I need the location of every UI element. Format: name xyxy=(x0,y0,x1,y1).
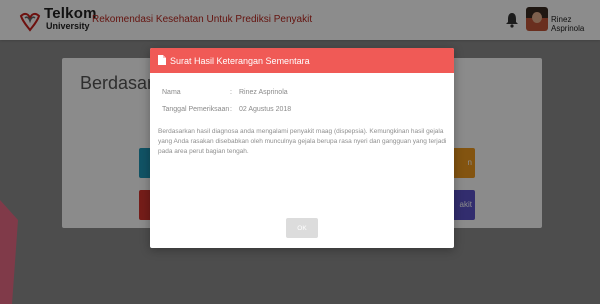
modal-title: Surat Hasil Keterangan Sementara xyxy=(170,56,310,66)
name-label: Nama xyxy=(162,89,181,96)
ok-button[interactable]: OK xyxy=(286,218,318,238)
name-separator: : xyxy=(230,89,232,96)
date-label: Tanggal Pemeriksaan xyxy=(162,106,230,113)
date-value: 02 Agustus 2018 xyxy=(239,106,292,113)
diagnosis-description: Berdasarkan hasil diagnosa anda mengalam… xyxy=(158,128,447,155)
modal-header: Surat Hasil Keterangan Sementara xyxy=(150,48,454,73)
result-modal: Surat Hasil Keterangan Sementara Nama : … xyxy=(150,48,454,248)
document-icon xyxy=(158,55,166,65)
name-value: Rinez Asprinola xyxy=(239,89,288,96)
date-separator: : xyxy=(230,106,232,113)
